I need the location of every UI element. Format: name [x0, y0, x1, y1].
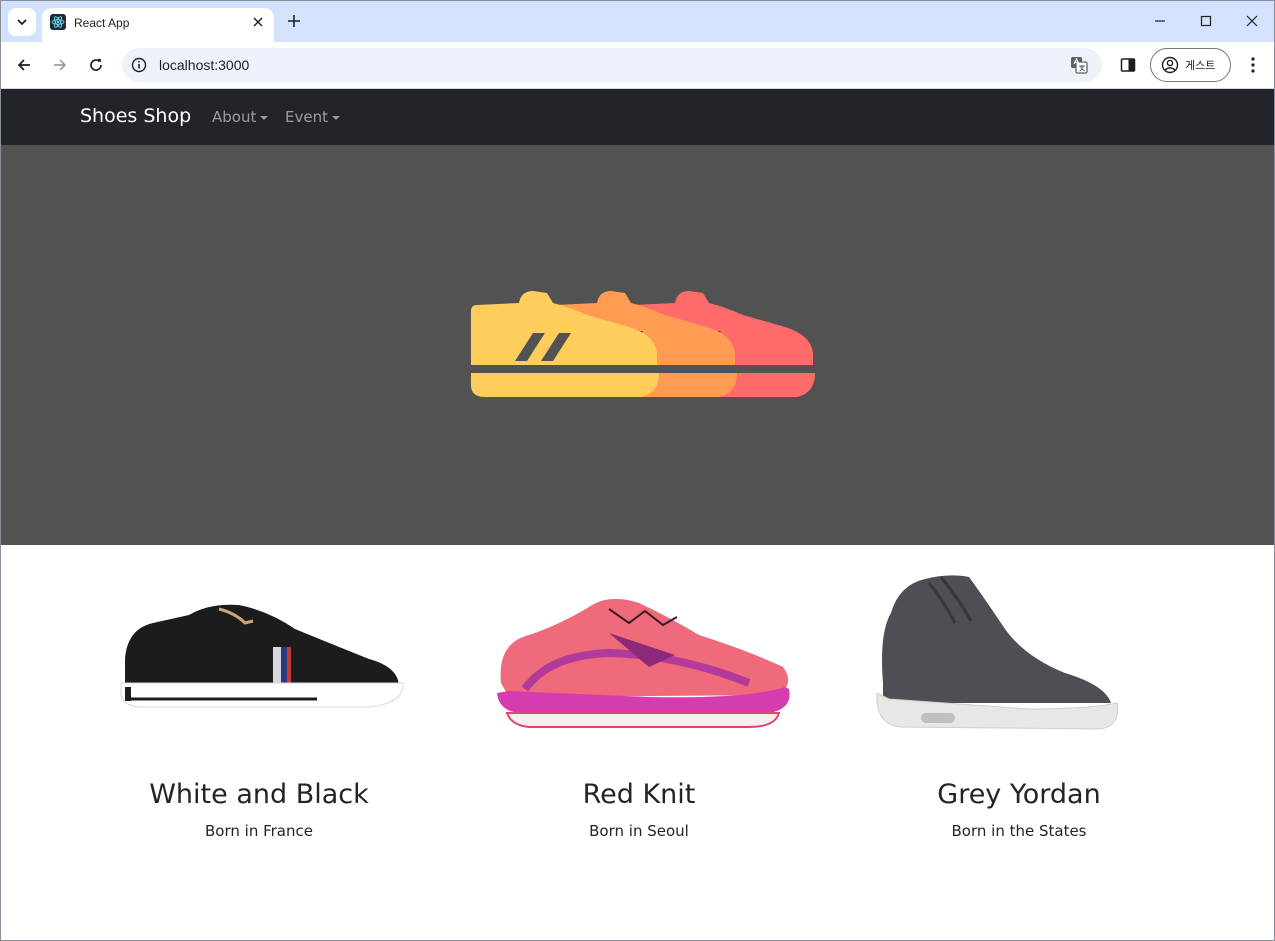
sneaker-black-image — [120, 604, 404, 708]
nav-dropdown-label: Event — [285, 108, 328, 126]
info-icon[interactable] — [131, 57, 147, 73]
new-tab-button[interactable] — [284, 11, 304, 31]
tab-search-button[interactable] — [8, 8, 36, 36]
side-panel-button[interactable] — [1118, 55, 1138, 75]
url-text[interactable]: localhost:3000 — [159, 57, 249, 73]
product-card[interactable]: Grey Yordan Born in the States — [829, 545, 1209, 940]
product-name: Red Knit — [582, 779, 696, 810]
product-card[interactable]: White and Black Born in France — [69, 545, 449, 940]
window-close-button[interactable] — [1241, 10, 1263, 32]
arrow-right-icon — [54, 59, 67, 71]
plus-icon — [288, 15, 300, 27]
back-button[interactable] — [13, 54, 35, 76]
site-navbar: Shoes Shop About Event — [1, 89, 1274, 145]
tab-strip: React App — [1, 1, 1274, 42]
sneakers-logo-icon — [471, 291, 815, 397]
chevron-down-icon — [17, 19, 27, 26]
forward-button[interactable] — [49, 54, 71, 76]
minimize-icon — [1155, 20, 1165, 22]
maximize-icon — [1200, 15, 1212, 27]
profile-label: 게스트 — [1185, 59, 1216, 72]
maximize-button[interactable] — [1195, 10, 1217, 32]
nav-dropdown-event[interactable]: Event — [285, 108, 340, 126]
product-name: Grey Yordan — [937, 779, 1101, 810]
tab-title: React App — [74, 16, 130, 30]
browser-toolbar: localhost:3000 게스트 — [1, 42, 1274, 89]
browser-window: React App localhost:3000 게스트 Shoes Shop … — [0, 0, 1275, 941]
nav-dropdown-label: About — [212, 108, 257, 126]
browser-menu-button[interactable] — [1244, 55, 1262, 75]
browser-tab[interactable]: React App — [42, 8, 274, 42]
caret-down-icon — [260, 116, 269, 120]
profile-button[interactable]: 게스트 — [1150, 48, 1231, 82]
product-origin: Born in the States — [951, 822, 1087, 840]
side-panel-icon — [1120, 58, 1136, 72]
nav-dropdown-about[interactable]: About — [212, 108, 269, 126]
more-vertical-icon — [1251, 57, 1255, 73]
page-content: Shoes Shop About Event White and Black B… — [1, 89, 1274, 940]
product-origin: Born in France — [205, 822, 313, 840]
sneaker-grey-image — [876, 575, 1119, 730]
reload-icon — [90, 58, 102, 71]
address-bar[interactable]: localhost:3000 — [122, 48, 1102, 82]
translate-icon[interactable] — [1070, 56, 1088, 74]
reload-button[interactable] — [85, 54, 107, 76]
product-card[interactable]: Red Knit Born in Seoul — [449, 545, 829, 940]
hero-banner — [1, 145, 1274, 545]
account-icon — [1161, 56, 1179, 74]
react-icon — [50, 14, 66, 30]
product-origin: Born in Seoul — [589, 822, 689, 840]
product-list: White and Black Born in France Red Knit … — [1, 545, 1274, 940]
product-name: White and Black — [149, 779, 369, 810]
minimize-button[interactable] — [1149, 10, 1171, 32]
brand-link[interactable]: Shoes Shop — [80, 105, 191, 127]
close-icon[interactable] — [250, 14, 266, 30]
arrow-left-icon — [17, 59, 30, 71]
sneaker-red-image — [497, 598, 790, 728]
close-icon — [1246, 15, 1258, 27]
caret-down-icon — [331, 116, 340, 120]
